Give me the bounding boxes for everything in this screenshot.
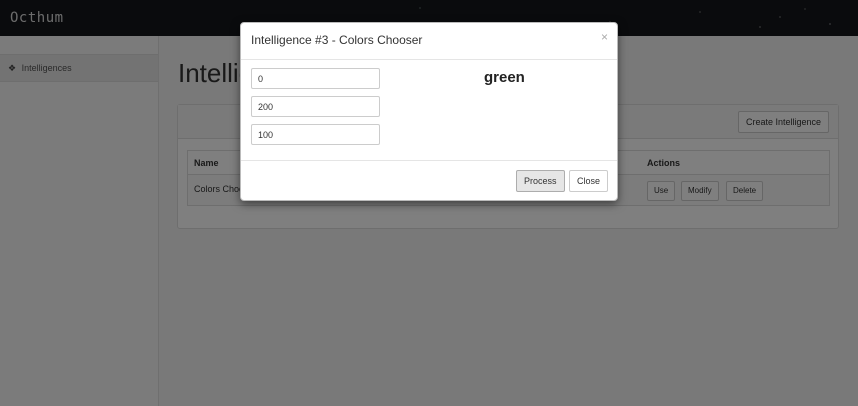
colors-chooser-modal: Intelligence #3 - Colors Chooser × green…: [240, 22, 618, 201]
modal-header-divider: [241, 59, 617, 60]
process-button[interactable]: Process: [516, 170, 565, 192]
blue-value-input[interactable]: [251, 124, 380, 145]
result-text: green: [484, 69, 525, 86]
close-icon[interactable]: ×: [601, 30, 608, 44]
close-button[interactable]: Close: [569, 170, 609, 192]
modal-title: Intelligence #3 - Colors Chooser: [251, 33, 423, 47]
red-value-input[interactable]: [251, 68, 380, 89]
modal-footer-divider: [241, 160, 617, 161]
green-value-input[interactable]: [251, 96, 380, 117]
